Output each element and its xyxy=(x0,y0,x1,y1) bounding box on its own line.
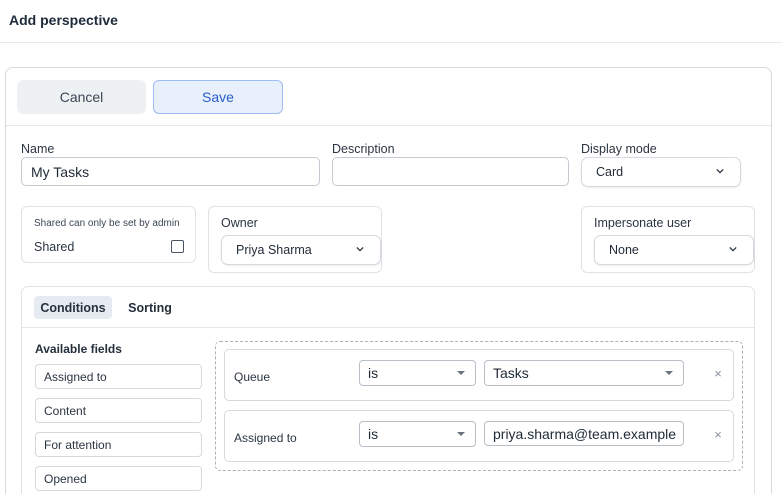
condition-field-label: Assigned to xyxy=(234,431,297,445)
remove-condition-icon[interactable]: × xyxy=(711,366,725,381)
display-mode-label: Display mode xyxy=(581,142,657,156)
display-mode-select[interactable]: Card xyxy=(581,157,741,187)
field-chip-content[interactable]: Content xyxy=(35,398,202,423)
name-input[interactable]: My Tasks xyxy=(21,157,320,186)
tab-sorting[interactable]: Sorting xyxy=(122,296,178,319)
owner-label: Owner xyxy=(221,216,258,230)
field-chip-opened[interactable]: Opened xyxy=(35,466,202,491)
condition-field-label: Queue xyxy=(234,370,271,384)
condition-row-queue: Queue is Tasks × xyxy=(224,349,734,401)
shared-panel: Shared can only be set by admin Shared xyxy=(21,206,196,263)
field-chip-for-attention[interactable]: For attention xyxy=(35,432,202,457)
condition-row-assigned-to: Assigned to is priya.sharma@team.example… xyxy=(224,410,734,462)
impersonate-value: None xyxy=(609,243,639,257)
shared-checkbox[interactable] xyxy=(171,240,184,253)
condition-operator-select[interactable]: is xyxy=(359,360,476,386)
tab-conditions[interactable]: Conditions xyxy=(34,296,112,319)
impersonate-panel: Impersonate user None xyxy=(581,206,755,273)
condition-operator-value: is xyxy=(368,365,379,381)
page-title: Add perspective xyxy=(9,12,118,28)
conditions-tabs-panel: Conditions Sorting Available fields Assi… xyxy=(21,286,755,494)
display-mode-value: Card xyxy=(596,165,624,179)
chevron-down-icon xyxy=(729,246,737,252)
chevron-down-icon xyxy=(716,168,724,174)
description-label: Description xyxy=(332,142,395,156)
caret-down-icon xyxy=(457,432,465,436)
impersonate-select[interactable]: None xyxy=(594,235,754,265)
caret-down-icon xyxy=(665,371,673,375)
form-toolbar: Cancel Save xyxy=(6,68,771,126)
conditions-drop-zone[interactable]: Queue is Tasks × Assigned to is priya.sh… xyxy=(215,341,743,471)
name-label: Name xyxy=(21,142,55,156)
remove-condition-icon[interactable]: × xyxy=(711,427,725,442)
page-header: Add perspective xyxy=(0,0,782,43)
owner-value: Priya Sharma xyxy=(236,243,312,257)
owner-panel: Owner Priya Sharma xyxy=(208,206,382,273)
save-button[interactable]: Save xyxy=(153,80,283,114)
cancel-button[interactable]: Cancel xyxy=(17,80,146,114)
condition-operator-value: is xyxy=(368,426,379,442)
caret-down-icon xyxy=(457,371,465,375)
condition-value: Tasks xyxy=(493,365,529,381)
available-fields-title: Available fields xyxy=(35,342,122,356)
shared-label: Shared xyxy=(34,240,75,254)
condition-value-input[interactable]: priya.sharma@team.example xyxy=(484,421,684,446)
tab-bar: Conditions Sorting xyxy=(22,287,754,328)
impersonate-label: Impersonate user xyxy=(594,216,692,230)
chevron-down-icon xyxy=(356,246,364,252)
field-chip-assigned-to[interactable]: Assigned to xyxy=(35,364,202,389)
condition-value: priya.sharma@team.example xyxy=(493,425,677,442)
description-input[interactable] xyxy=(332,157,569,186)
owner-select[interactable]: Priya Sharma xyxy=(221,235,381,265)
condition-value-select[interactable]: Tasks xyxy=(484,360,684,386)
condition-operator-select[interactable]: is xyxy=(359,421,476,447)
shared-admin-note: Shared can only be set by admin xyxy=(34,218,180,229)
